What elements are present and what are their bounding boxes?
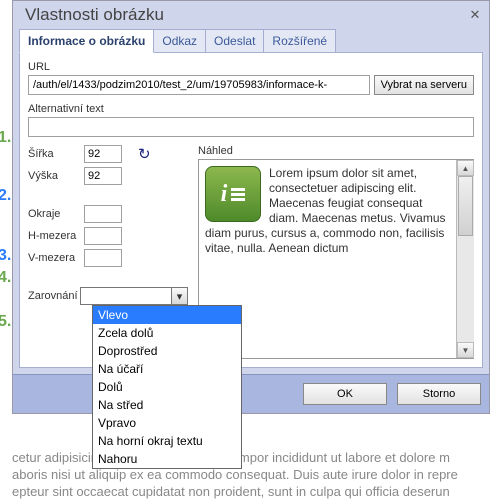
hspace-label: H-mezera — [28, 230, 78, 242]
align-option-dolu[interactable]: Dolů — [93, 378, 241, 396]
align-select[interactable]: ▾ — [80, 287, 188, 305]
left-column: Šířka ↻ Výška Okraje H-mezera — [28, 145, 188, 359]
tab-info[interactable]: Informace o obrázku — [19, 29, 154, 53]
cancel-button[interactable]: Storno — [397, 383, 481, 405]
border-input[interactable] — [84, 205, 122, 223]
url-input[interactable] — [28, 75, 370, 95]
width-input[interactable] — [84, 145, 122, 163]
align-option-na-stred[interactable]: Na střed — [93, 396, 241, 414]
alt-text-input[interactable] — [28, 117, 474, 137]
align-option-zcela-dolu[interactable]: Zcela dolů — [93, 324, 241, 342]
button-bar: OK Storno — [13, 374, 489, 413]
panel-info: URL Vybrat na serveru Alternativní text … — [19, 52, 483, 368]
annotation-marker-3: 3. — [0, 247, 11, 265]
scroll-thumb[interactable] — [458, 176, 473, 236]
image-properties-dialog: Vlastnosti obrázku ✕ Informace o obrázku… — [12, 0, 490, 414]
alt-text-label: Alternativní text — [28, 103, 474, 115]
align-option-na-horni-okraj[interactable]: Na horní okraj textu — [93, 432, 241, 450]
align-option-doprostred[interactable]: Doprostřed — [93, 342, 241, 360]
height-label: Výška — [28, 170, 78, 182]
align-option-vlevo[interactable]: Vlevo — [93, 306, 241, 324]
align-option-nahoru[interactable]: Nahoru — [93, 450, 241, 468]
annotation-marker-2: 2. — [0, 187, 11, 205]
scroll-up-icon[interactable]: ▲ — [457, 160, 474, 176]
browse-server-button[interactable]: Vybrat na serveru — [374, 75, 474, 95]
titlebar: Vlastnosti obrázku ✕ — [13, 1, 489, 29]
background-lorem-text: cetur adipisicing elit, sed do eiusmod t… — [0, 445, 500, 504]
tab-upload[interactable]: Odeslat — [205, 29, 264, 53]
align-option-vpravo[interactable]: Vpravo — [93, 414, 241, 432]
annotation-marker-1: 1. — [0, 129, 11, 147]
align-option-na-ucari[interactable]: Na účaří — [93, 360, 241, 378]
align-dropdown: Vlevo Zcela dolů Doprostřed Na účaří Dol… — [92, 305, 242, 469]
tab-bar: Informace o obrázku Odkaz Odeslat Rozšíř… — [13, 29, 489, 53]
annotation-marker-5: 5. — [0, 313, 11, 331]
refresh-icon[interactable]: ↻ — [138, 145, 151, 163]
preview-scrollbar[interactable]: ▲ ▼ — [456, 160, 474, 358]
vspace-input[interactable] — [84, 249, 122, 267]
vspace-label: V-mezera — [28, 252, 78, 264]
hspace-input[interactable] — [84, 227, 122, 245]
width-label: Šířka — [28, 148, 78, 160]
preview-image-icon: i — [205, 166, 261, 222]
dialog-title: Vlastnosti obrázku — [25, 5, 164, 25]
align-label: Zarovnání — [28, 290, 78, 302]
close-icon[interactable]: ✕ — [467, 7, 483, 23]
chevron-down-icon: ▾ — [171, 288, 187, 304]
ok-button[interactable]: OK — [303, 383, 387, 405]
scroll-down-icon[interactable]: ▼ — [457, 342, 474, 358]
url-label: URL — [28, 61, 474, 73]
border-label: Okraje — [28, 208, 78, 220]
annotation-marker-4: 4. — [0, 269, 11, 287]
preview-label: Náhled — [198, 145, 474, 157]
tab-link[interactable]: Odkaz — [153, 29, 206, 53]
height-input[interactable] — [84, 167, 122, 185]
tab-advanced[interactable]: Rozšířené — [263, 29, 336, 53]
